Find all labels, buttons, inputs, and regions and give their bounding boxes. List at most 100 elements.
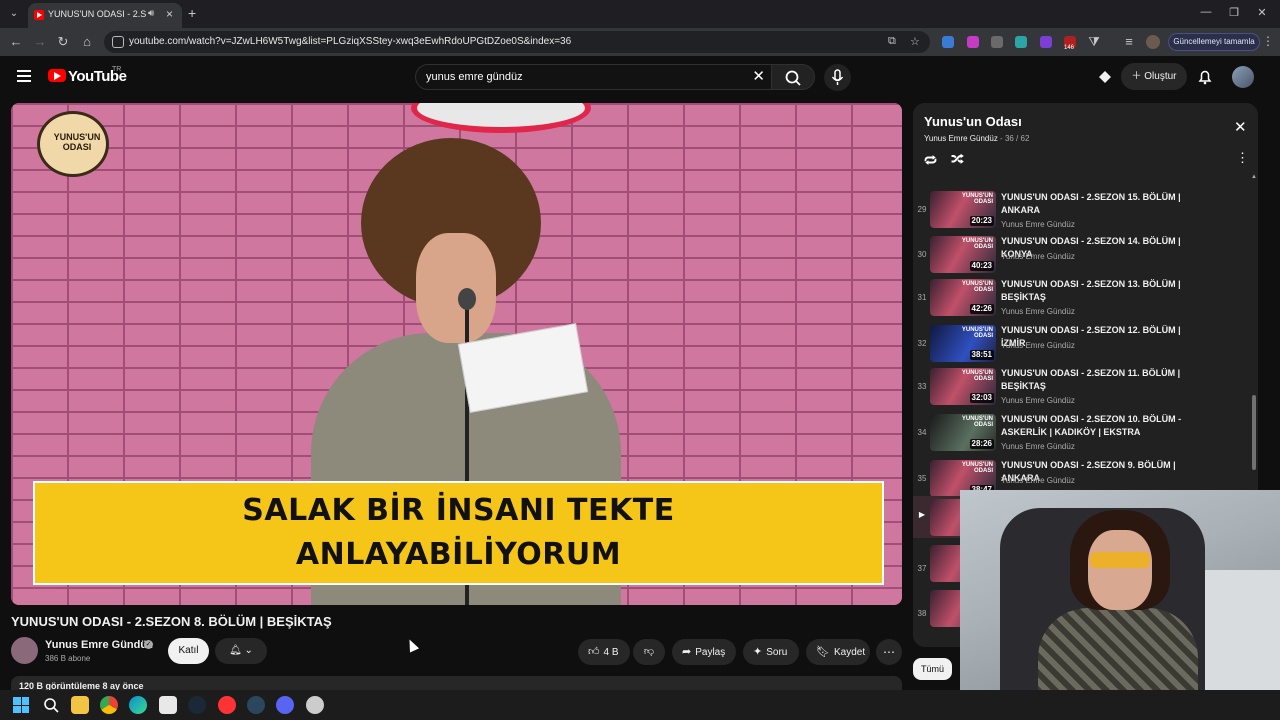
playlist-menu-icon[interactable]: ⋮	[1236, 150, 1249, 166]
youtube-favicon-icon	[34, 10, 44, 20]
join-button[interactable]: Katıl	[168, 638, 209, 664]
store-icon[interactable]	[159, 696, 177, 714]
dislike-button[interactable]: 👎︎	[633, 639, 665, 665]
mouse-cursor	[404, 637, 420, 653]
clear-search-icon[interactable]: ✕	[752, 67, 765, 85]
sparkle-icon: ✦	[753, 646, 763, 658]
extension-icon[interactable]	[991, 36, 1003, 48]
window-close-icon[interactable]: ✕	[1252, 6, 1272, 19]
description-box[interactable]: 120 B görüntüleme 8 ay önce	[11, 676, 902, 690]
install-app-icon[interactable]: ⧉	[888, 35, 896, 48]
profile-avatar[interactable]	[1146, 35, 1160, 49]
share-arrow-icon: ➦	[682, 646, 692, 658]
subscription-bell-button[interactable]: 🔔︎ ⌄	[215, 638, 267, 664]
ask-button[interactable]: ✦ Soru	[743, 639, 799, 665]
voice-search-button[interactable]	[824, 64, 851, 91]
more-actions-icon[interactable]: ⋯	[876, 639, 902, 665]
channel-watermark-logo: YUNUS'UN ODASI	[37, 111, 109, 177]
search-icon[interactable]	[42, 696, 60, 714]
site-info-icon[interactable]	[112, 36, 124, 48]
item-thumbnail[interactable]: YUNUS'UN ODASI 42:26	[930, 279, 996, 316]
chrome-icon[interactable]	[100, 696, 118, 714]
create-button[interactable]: ＋ Oluştur	[1121, 63, 1187, 90]
extension-icon[interactable]	[967, 36, 979, 48]
now-playing-icon: ▶	[918, 510, 926, 519]
streamer-face	[1088, 530, 1152, 610]
playlist-title[interactable]: Yunus'un Odası	[924, 114, 1022, 129]
item-thumbnail[interactable]: YUNUS'UN ODASI 20:23	[930, 191, 996, 228]
like-button[interactable]: 👍︎ 4 B	[578, 639, 630, 665]
notifications-bell-icon[interactable]	[1196, 68, 1214, 86]
new-tab-icon[interactable]: +	[188, 5, 196, 21]
search-input[interactable]: yunus emre gündüz ✕	[415, 64, 772, 90]
youtube-logo-icon[interactable]	[48, 69, 66, 82]
bookmark-star-icon[interactable]: ☆	[910, 35, 920, 48]
file-explorer-icon[interactable]	[71, 696, 89, 714]
item-thumbnail[interactable]: YUNUS'UN ODASI 40:23	[930, 236, 996, 273]
save-button[interactable]: 🔖︎ Kaydet	[806, 639, 870, 665]
playlist-owner[interactable]: Yunus Emre Gündüz	[924, 134, 998, 143]
shuffle-icon[interactable]: 🔀︎	[951, 150, 964, 169]
yandex-icon[interactable]	[218, 696, 236, 714]
verified-check-icon: ✓	[144, 640, 153, 649]
thumbnail-logo: YUNUS'UN ODASI	[961, 193, 993, 205]
steam-icon[interactable]	[247, 696, 265, 714]
loop-icon[interactable]: 🔁︎	[924, 151, 937, 170]
windows-start-icon[interactable]	[13, 697, 29, 713]
playlist-scrollbar[interactable]	[1252, 395, 1256, 470]
steam-icon[interactable]	[188, 696, 206, 714]
forward-icon[interactable]: →	[32, 34, 48, 50]
item-duration: 20:23	[969, 216, 994, 226]
extension-badge: 146	[1064, 45, 1075, 51]
edge-icon[interactable]	[129, 696, 147, 714]
update-button[interactable]: Güncellemeyi tamamla	[1168, 33, 1260, 51]
item-thumbnail[interactable]: YUNUS'UN ODASI 28:26	[930, 414, 996, 451]
item-duration: 32:03	[969, 393, 994, 403]
reload-icon[interactable]: ↻	[55, 34, 71, 50]
item-index: 34	[917, 428, 927, 437]
app-icon[interactable]	[306, 696, 324, 714]
channel-avatar[interactable]	[11, 637, 38, 664]
search-button[interactable]	[771, 64, 815, 90]
extension-icon[interactable]	[1015, 36, 1027, 48]
speaker-icon[interactable]: 🔊︎	[148, 8, 154, 19]
channel-name[interactable]: Yunus Emre Gündüz	[45, 639, 153, 651]
extensions-puzzle-icon[interactable]: ⧩	[1086, 34, 1102, 50]
thumbs-down-icon: 👎︎	[643, 646, 655, 657]
item-author: Yunus Emre Gündüz	[1001, 252, 1075, 261]
video-title: YUNUS'UN ODASI - 2.SEZON 8. BÖLÜM | BEŞİ…	[11, 614, 332, 629]
menu-icon[interactable]	[17, 70, 31, 82]
tab-search-icon[interactable]: ⌄	[6, 6, 22, 22]
caption-line-1: SALAK BİR İNSANI TEKTE	[242, 493, 675, 528]
create-ai-icon[interactable]	[1096, 68, 1114, 86]
browser-tab[interactable]: YUNUS'UN ODASI - 2.SEZON 8. B 🔊︎ ×	[28, 3, 182, 28]
item-thumbnail[interactable]: YUNUS'UN ODASI 32:03	[930, 368, 996, 405]
video-player[interactable]: YUNUS'UN ODASI SALAK BİR İNSANI TEKTE AN…	[11, 103, 902, 605]
tab-title: YUNUS'UN ODASI - 2.SEZON 8. B	[48, 9, 146, 19]
account-avatar[interactable]	[1232, 66, 1254, 88]
share-button[interactable]: ➦ Paylaş	[672, 639, 736, 665]
browser-menu-icon[interactable]: ⋮	[1262, 34, 1274, 48]
thumbnail-logo: YUNUS'UN ODASI	[961, 327, 993, 339]
filter-chip-all[interactable]: Tümü	[913, 658, 952, 680]
item-title: YUNUS'UN ODASI - 2.SEZON 11. BÖLÜM | BEŞ…	[1001, 368, 1181, 391]
discord-icon[interactable]	[276, 696, 294, 714]
subscriber-count: 386 B abone	[45, 654, 91, 663]
item-thumbnail[interactable]: YUNUS'UN ODASI 38:51	[930, 325, 996, 362]
stage-microphone	[458, 288, 476, 310]
extension-icon[interactable]	[942, 36, 954, 48]
tab-close-icon[interactable]: ×	[166, 7, 173, 21]
thumbnail-logo: YUNUS'UN ODASI	[961, 370, 993, 382]
back-icon[interactable]: ←	[8, 34, 24, 50]
address-bar[interactable]: youtube.com/watch?v=JZwLH6W5Twg&list=PLG…	[104, 31, 930, 53]
maximize-icon[interactable]: ❐	[1224, 6, 1244, 19]
item-duration: 38:51	[969, 350, 994, 360]
home-icon[interactable]: ⌂	[79, 34, 95, 50]
extension-icon[interactable]	[1040, 36, 1052, 48]
minimize-icon[interactable]: —	[1196, 6, 1216, 18]
reading-list-icon[interactable]: ≡	[1121, 34, 1137, 50]
item-index: 30	[917, 250, 927, 259]
scroll-up-icon[interactable]: ▲	[1251, 174, 1257, 180]
create-label: Oluştur	[1144, 71, 1177, 82]
close-playlist-icon[interactable]: ✕	[1234, 118, 1247, 136]
